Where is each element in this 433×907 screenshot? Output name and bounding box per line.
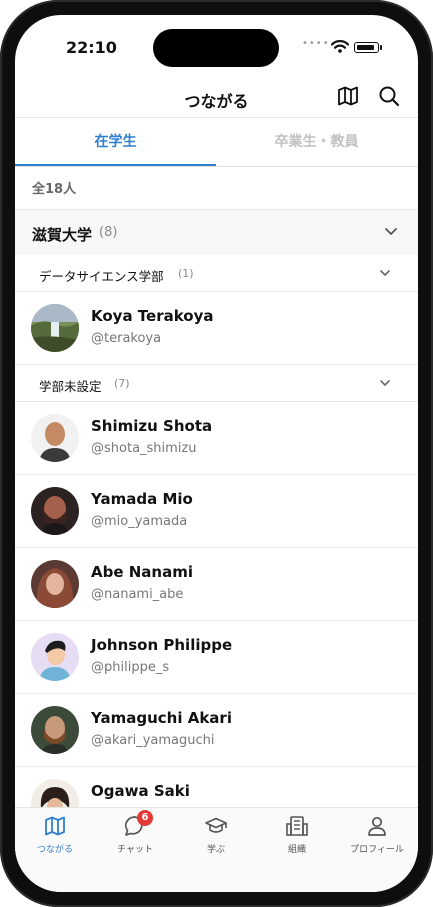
graduation-cap-icon xyxy=(205,817,227,833)
member-row[interactable]: Johnson Philippe @philippe_s xyxy=(15,621,418,694)
status-bar: 22:10 •••• xyxy=(15,15,418,79)
subgroup-header[interactable]: データサイエンス学部 (1) xyxy=(15,255,418,292)
phone-frame: 22:10 •••• つながる 在学生 卒業生・教員 全18人 滋賀大学 (8) xyxy=(0,0,433,907)
member-count: 全18人 xyxy=(32,182,77,197)
nav-header: つながる xyxy=(15,79,418,117)
member-row[interactable]: Shimizu Shota @shota_shimizu xyxy=(15,402,418,475)
avatar xyxy=(31,304,79,352)
map-icon[interactable] xyxy=(336,84,360,108)
tab-connect[interactable]: つながる xyxy=(15,808,95,864)
wifi-icon xyxy=(331,40,349,53)
member-name: Shimizu Shota xyxy=(91,417,213,435)
battery-icon xyxy=(354,42,379,53)
segment-tabs: 在学生 卒業生・教員 xyxy=(15,117,418,167)
subgroup-header[interactable]: 学部未設定 (7) xyxy=(15,365,418,402)
person-icon xyxy=(368,816,386,836)
member-name: Johnson Philippe xyxy=(91,636,233,654)
tab-organization[interactable]: 組織 xyxy=(257,808,337,864)
avatar xyxy=(31,414,79,462)
building-icon xyxy=(286,816,308,836)
group-name: 滋賀大学 xyxy=(32,226,93,244)
member-row[interactable]: Abe Nanami @nanami_abe xyxy=(15,548,418,621)
subgroup-count: (1) xyxy=(178,267,194,280)
member-handle: @nanami_abe xyxy=(91,587,184,602)
member-row[interactable]: Yamaguchi Akari @akari_yamaguchi xyxy=(15,694,418,767)
tab-learn-label: 学ぶ xyxy=(206,845,225,855)
tab-profile-label: プロフィール xyxy=(350,845,404,855)
chevron-down-icon xyxy=(380,380,390,386)
avatar xyxy=(31,706,79,754)
tab-chat[interactable]: 6 チャット xyxy=(95,808,175,864)
chevron-down-icon xyxy=(380,270,390,276)
tab-profile[interactable]: プロフィール xyxy=(337,808,417,864)
member-row[interactable]: Yamada Mio @mio_yamada xyxy=(15,475,418,548)
member-name: Yamada Mio xyxy=(91,490,193,508)
member-handle: @akari_yamaguchi xyxy=(91,733,215,748)
avatar xyxy=(31,560,79,608)
tab-learn[interactable]: 学ぶ xyxy=(176,808,256,864)
group-count: (8) xyxy=(99,225,118,240)
search-icon[interactable] xyxy=(377,84,401,108)
tab-connect-label: つながる xyxy=(36,845,73,855)
tab-alumni-faculty[interactable]: 卒業生・教員 xyxy=(216,118,417,166)
subgroup-count: (7) xyxy=(114,377,130,390)
member-handle: @shota_shimizu xyxy=(91,441,197,456)
member-name: Abe Nanami xyxy=(91,563,193,581)
group-header[interactable]: 滋賀大学 (8) xyxy=(15,209,418,257)
dynamic-island xyxy=(153,29,279,67)
tab-current-students[interactable]: 在学生 xyxy=(15,118,216,166)
member-handle: @philippe_s xyxy=(91,660,170,675)
member-name: Ogawa Saki xyxy=(91,782,190,800)
member-row[interactable]: Koya Terakoya @terakoya xyxy=(15,292,418,365)
member-name: Koya Terakoya xyxy=(91,307,214,325)
signal-dots: •••• xyxy=(302,38,330,49)
tab-organization-label: 組織 xyxy=(287,845,306,855)
member-handle: @terakoya xyxy=(91,331,162,346)
battery-nub xyxy=(380,45,382,50)
active-tab-indicator xyxy=(15,164,216,166)
map-icon xyxy=(45,816,65,836)
member-handle: @mio_yamada xyxy=(91,514,188,529)
avatar xyxy=(31,633,79,681)
chevron-down-icon xyxy=(385,228,397,235)
chat-badge: 6 xyxy=(137,810,153,826)
subgroup-name: データサイエンス学部 xyxy=(39,269,164,284)
tab-chat-label: チャット xyxy=(117,845,153,855)
member-name: Yamaguchi Akari xyxy=(91,709,232,727)
subgroup-name: 学部未設定 xyxy=(39,379,102,394)
bottom-tab-bar: つながる 6 チャット 学ぶ 組織 プロフィール xyxy=(15,807,418,892)
app-screen: 22:10 •••• つながる 在学生 卒業生・教員 全18人 滋賀大学 (8) xyxy=(15,15,418,892)
avatar xyxy=(31,487,79,535)
status-time: 22:10 xyxy=(66,38,117,57)
